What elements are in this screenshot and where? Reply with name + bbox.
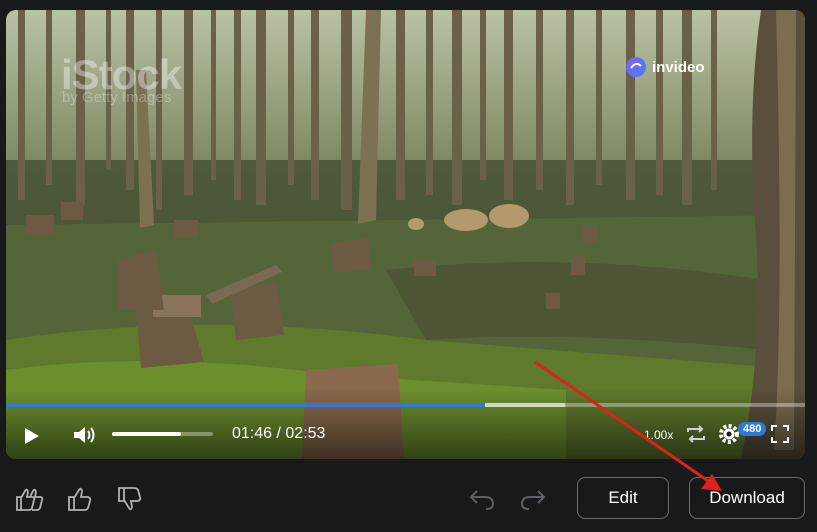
time-separator: / (272, 425, 286, 442)
thumbs-down-button[interactable] (116, 485, 144, 518)
thumbs-up-icon (68, 487, 92, 511)
volume-slider[interactable] (112, 432, 213, 436)
invideo-logo-icon (625, 56, 647, 78)
fullscreen-icon (771, 425, 789, 443)
thumbs-down-icon (118, 487, 142, 511)
gear-icon (719, 424, 739, 444)
volume-icon (74, 427, 95, 443)
double-thumbs-up-button[interactable] (14, 485, 48, 518)
volume-button[interactable] (71, 423, 99, 447)
edit-button[interactable]: Edit (577, 477, 669, 519)
undo-icon (469, 490, 495, 510)
settings-button[interactable] (717, 422, 741, 446)
redo-button[interactable] (519, 486, 547, 517)
time-display: 01:46 / 02:53 (232, 425, 325, 443)
seek-bar-buffered (485, 403, 566, 407)
seek-bar-played (6, 403, 486, 407)
undo-button[interactable] (468, 486, 496, 517)
seek-bar[interactable] (6, 403, 805, 407)
play-button[interactable] (20, 425, 42, 447)
loop-icon (687, 425, 705, 443)
invideo-brand: invideo (625, 56, 705, 78)
getty-watermark: by Getty Images (62, 89, 172, 106)
fullscreen-button[interactable] (769, 423, 791, 445)
thumbs-up-button[interactable] (66, 485, 94, 518)
loop-button[interactable] (684, 422, 708, 446)
download-button[interactable]: Download (689, 477, 805, 519)
quality-badge: 480 (738, 422, 767, 436)
invideo-name: invideo (652, 58, 705, 76)
current-time: 01:46 (232, 425, 273, 442)
play-icon (25, 428, 39, 444)
video-player[interactable]: iStock by Getty Images invideo 01:46 / 0… (6, 10, 805, 459)
playback-speed-button[interactable]: 1.00x (644, 428, 673, 442)
total-duration: 02:53 (285, 425, 326, 442)
volume-level (112, 432, 181, 436)
double-thumbs-up-icon (16, 488, 44, 511)
redo-icon (520, 490, 546, 510)
